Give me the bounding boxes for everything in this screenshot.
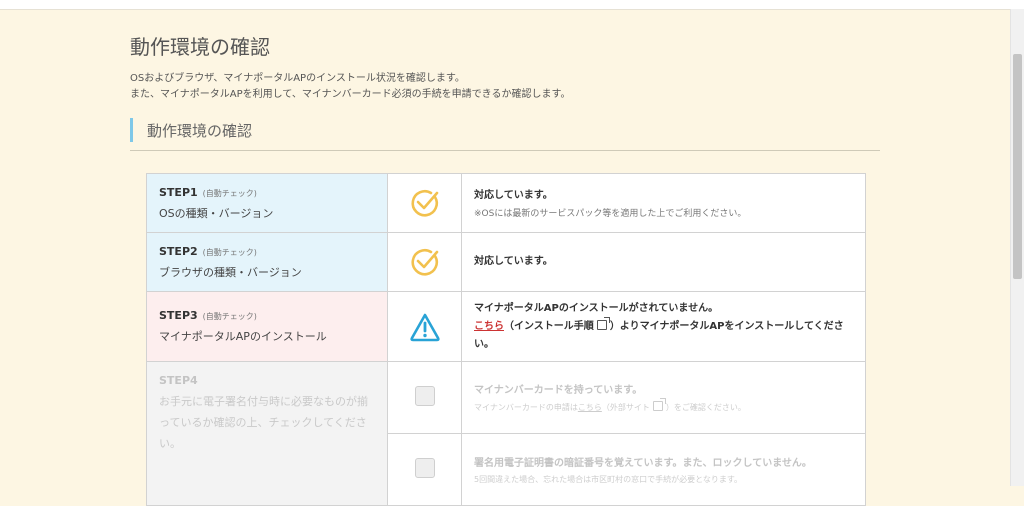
page-description: OSおよびブラウザ、マイナポータルAPのインストール状況を確認します。 また、マ… [130, 71, 570, 103]
card-note-after: ）をご確認ください。 [665, 403, 746, 412]
step4-desc: お手元に電子署名付与時に必要なものが揃っているか確認の上、チェックしてください。 [159, 395, 368, 450]
pin-remembered-checkbox[interactable] [414, 457, 435, 478]
step3-tag: (自動チェック) [202, 312, 257, 321]
step3-label: STEP3 [159, 309, 198, 322]
step1-row: STEP1 (自動チェック) OSの種類・バージョン 対応しています。 ※OSには… [146, 173, 866, 233]
step3-instruction: こちら（インストール手順 ）よりマイナポータルAPをインストールしてください。 [474, 316, 853, 354]
step3-result: マイナポータルAPのインストールがされていません。 [474, 302, 719, 314]
card-note-before: マイナンバーカードの申請は [474, 403, 578, 412]
step1-label: STEP1 [159, 185, 198, 199]
step1-label-cell: STEP1 (自動チェック) OSの種類・バージョン [146, 173, 388, 233]
section-header: 動作環境の確認 [130, 118, 880, 151]
external-link-icon[interactable] [596, 316, 610, 330]
step2-result-cell: 対応しています。 [461, 232, 866, 292]
step4-check2-cell [387, 433, 462, 506]
description-line-2: また、マイナポータルAPを利用して、マイナンバーカード必須の手続を申請できるか確… [130, 89, 571, 100]
step1-icon-cell [387, 173, 462, 233]
step3-desc: マイナポータルAPのインストール [159, 330, 327, 343]
check-circle-icon [410, 248, 438, 276]
vertical-scrollbar[interactable] [1010, 9, 1024, 486]
card-owned-checkbox[interactable] [414, 385, 435, 406]
step3-icon-cell [387, 291, 462, 362]
pin-remembered-label: 署名用電子証明書の暗証番号を覚えています。また、ロックしていません。 [474, 457, 812, 469]
step1-desc: OSの種類・バージョン [159, 206, 274, 220]
check-circle-icon [410, 189, 438, 217]
pin-lock-note: 5回間違えた場合、忘れた場合は市区町村の窓口で手続が必要となります。 [474, 474, 743, 484]
step3-row: STEP3 (自動チェック) マイナポータルAPのインストール マイナポータルAP… [146, 291, 866, 362]
step2-icon-cell [387, 232, 462, 292]
step4-check2-text-cell: 署名用電子証明書の暗証番号を覚えています。また、ロックしていません。 5回間違え… [461, 433, 866, 506]
step3-result-cell: マイナポータルAPのインストールがされていません。 こちら（インストール手順 ）よ… [461, 291, 866, 362]
step1-note: ※OSには最新のサービスパック等を適用した上でご利用ください。 [474, 209, 747, 219]
install-link[interactable]: こちら [474, 321, 504, 332]
step4-check1-cell [387, 361, 462, 434]
step2-result: 対応しています。 [474, 256, 553, 267]
page-title: 動作環境の確認 [130, 35, 270, 59]
card-application-link[interactable]: こちら [578, 403, 602, 412]
scrollbar-thumb[interactable] [1013, 54, 1022, 279]
step1-result-cell: 対応しています。 ※OSには最新のサービスパック等を適用した上でご利用ください。 [461, 173, 866, 233]
external-link-icon[interactable] [652, 398, 666, 411]
step2-tag: (自動チェック) [202, 247, 257, 257]
card-application-note: マイナンバーカードの申請はこちら（外部サイト ）をご確認ください。 [474, 398, 853, 413]
step2-desc: ブラウザの種類・バージョン [159, 265, 302, 279]
install-guide-text: （インストール手順 [504, 320, 594, 332]
step2-label-cell: STEP2 (自動チェック) ブラウザの種類・バージョン [146, 232, 388, 292]
page-content: 動作環境の確認 OSおよびブラウザ、マイナポータルAPのインストール状況を確認し… [0, 0, 1010, 506]
environment-check-table: STEP1 (自動チェック) OSの種類・バージョン 対応しています。 ※OSには… [146, 173, 866, 506]
section-accent-bar [130, 118, 133, 142]
section-title: 動作環境の確認 [147, 122, 253, 140]
step1-result: 対応しています。 [474, 190, 553, 201]
description-line-1: OSおよびブラウザ、マイナポータルAPのインストール状況を確認します。 [130, 73, 465, 84]
step4-row-1: STEP4 お手元に電子署名付与時に必要なものが揃っているか確認の上、チェックし… [146, 361, 866, 506]
warning-icon [409, 313, 440, 341]
step2-label: STEP2 [159, 244, 198, 258]
step4-label: STEP4 [159, 374, 198, 387]
step1-tag: (自動チェック) [202, 188, 257, 198]
step2-row: STEP2 (自動チェック) ブラウザの種類・バージョン 対応しています。 [146, 232, 866, 292]
step4-check1-text-cell: マイナンバーカードを持っています。 マイナンバーカードの申請はこちら（外部サイト… [461, 361, 866, 434]
card-note-mid: （外部サイト [601, 403, 650, 412]
step4-label-cell: STEP4 お手元に電子署名付与時に必要なものが揃っているか確認の上、チェックし… [146, 361, 388, 506]
step3-label-cell: STEP3 (自動チェック) マイナポータルAPのインストール [146, 291, 388, 362]
